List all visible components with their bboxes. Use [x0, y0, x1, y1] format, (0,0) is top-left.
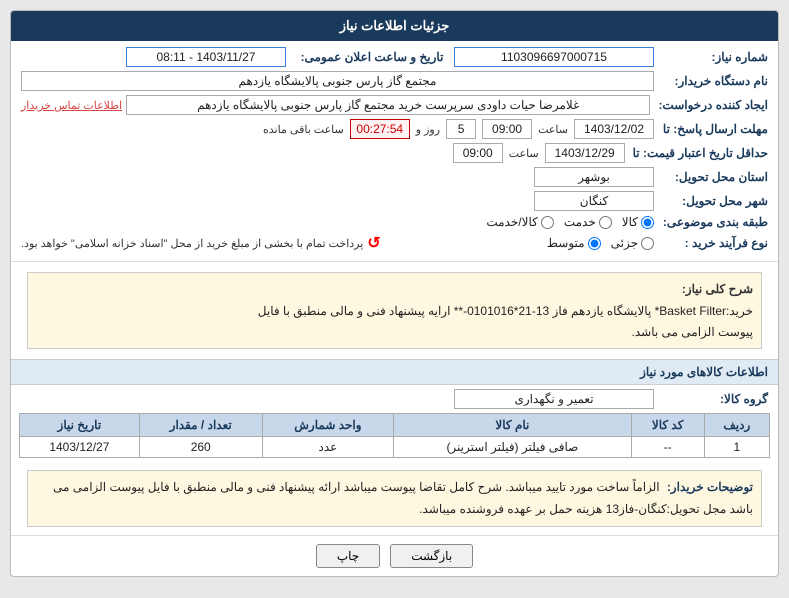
cell-vahed: عدد [262, 437, 394, 458]
shomare-niaz-label: شماره نیاز: [658, 50, 768, 64]
group-row: گروه کالا: تعمیر و نگهداری [11, 385, 778, 413]
tabaghe-radio-group: کالا خدمت کالا/خدمت [21, 215, 654, 229]
ostan-label: استان محل تحویل: [658, 170, 768, 184]
name-dastgah-label: نام دستگاه خریدار: [658, 74, 768, 88]
col-radif: ردیف [704, 414, 769, 437]
nov-option-jozi[interactable]: جزئی [611, 236, 654, 250]
hadaghol-date: 1403/12/29 [545, 143, 625, 163]
col-tedad: تعداد / مقدار [139, 414, 262, 437]
page-title: جزئیات اطلاعات نیاز [340, 18, 450, 33]
tabaghe-option-kala-khedmat[interactable]: کالا/خدمت [486, 215, 553, 229]
cell-kod: -- [631, 437, 704, 458]
group-value: تعمیر و نگهداری [454, 389, 654, 409]
info-section-header: اطلاعات کالاهای مورد نیاز [11, 359, 778, 385]
name-dastgah-value: مجتمع گاز پارس جنوبی پالایشگاه یازدهم [21, 71, 654, 91]
mohlat-label: مهلت ارسال پاسخ: تا [658, 122, 768, 136]
notes-label: توضیحات خریدار: [663, 477, 753, 499]
shrj-label: شرح کلی نیاز: [682, 282, 753, 296]
ijad-label: ایجاد کننده درخواست: [654, 98, 768, 112]
hadaghol-saat: 09:00 [453, 143, 503, 163]
nov-option-motevaset[interactable]: متوسط [547, 236, 601, 250]
ostan-value: بوشهر [534, 167, 654, 187]
shrj-text-line2: پیوست الزامی می باشد. [36, 322, 753, 342]
kala-table-wrapper: ردیف کد کالا نام کالا واحد شمارش تعداد /… [11, 413, 778, 458]
cell-name: صافی فیلتر (فیلتر استرینر) [394, 437, 631, 458]
nov-radio-group: جزئی متوسط [385, 236, 654, 250]
mohlat-roz-label: روز و [416, 123, 440, 136]
notes-text: الزاماً ساخت مورد تایید میباشد. شرح کامل… [53, 480, 753, 516]
cell-tarikh: 1403/12/27 [20, 437, 140, 458]
mohlat-mande-label: ساعت باقی مانده [263, 123, 344, 136]
col-vahed: واحد شمارش [262, 414, 394, 437]
shrj-section: شرح کلی نیاز: خرید:Basket Filter* پالایش… [11, 262, 778, 359]
nov-label: نوع فرآیند خرید : [658, 236, 768, 250]
mohlat-mande: 00:27:54 [350, 119, 410, 139]
shrj-text-line1: خرید:Basket Filter* پالایشگاه یازدهم فاز… [36, 301, 753, 321]
tabaghe-label: طبقه بندی موضوعی: [658, 215, 768, 229]
hadaghol-saat-label: ساعت [509, 147, 539, 160]
tabaghe-option-khedmat[interactable]: خدمت [564, 215, 612, 229]
shahr-label: شهر محل تحویل: [658, 194, 768, 208]
btn-row: بازگشت چاپ [11, 535, 778, 576]
tarikh-value: 1403/11/27 - 08:11 [126, 47, 286, 67]
col-kod: کد کالا [631, 414, 704, 437]
tabaghe-option-kala[interactable]: کالا [622, 215, 654, 229]
mohlat-roz: 5 [446, 119, 476, 139]
mohlat-saat-label: ساعت [538, 123, 568, 136]
notes-wrapper: توضیحات خریدار: الزاماً ساخت مورد تایید … [11, 464, 778, 535]
ettelaat-btn[interactable]: اطلاعات تماس خریدار [21, 99, 122, 112]
red-arrow-icon: ↺ [367, 233, 380, 253]
mohlat-date: 1403/12/02 [574, 119, 654, 139]
col-name: نام کالا [394, 414, 631, 437]
ijad-value: غلامرضا حیات داودی سرپرست خرید مجتمع گاز… [126, 95, 650, 115]
shomare-niaz-value: 1103096697000715 [454, 47, 654, 67]
col-tarikh: تاریخ نیاز [20, 414, 140, 437]
group-label: گروه کالا: [658, 392, 768, 406]
hadaghol-label: حداقل تاریخ اعتبار قیمت: تا [629, 146, 768, 160]
print-button[interactable]: چاپ [316, 544, 380, 568]
shahr-value: کنگان [534, 191, 654, 211]
mohlat-saat: 09:00 [482, 119, 532, 139]
back-button[interactable]: بازگشت [390, 544, 473, 568]
tarikh-label: تاریخ و ساعت اعلان عمومی: [290, 50, 450, 64]
cell-radif: 1 [704, 437, 769, 458]
page-header: جزئیات اطلاعات نیاز [11, 11, 778, 41]
nov-note: پرداخت تمام با بخشی از مبلغ خرید از محل … [21, 237, 363, 250]
kala-table: ردیف کد کالا نام کالا واحد شمارش تعداد /… [19, 413, 770, 458]
cell-tedad: 260 [139, 437, 262, 458]
table-row: 1--صافی فیلتر (فیلتر استرینر)عدد2601403/… [20, 437, 770, 458]
